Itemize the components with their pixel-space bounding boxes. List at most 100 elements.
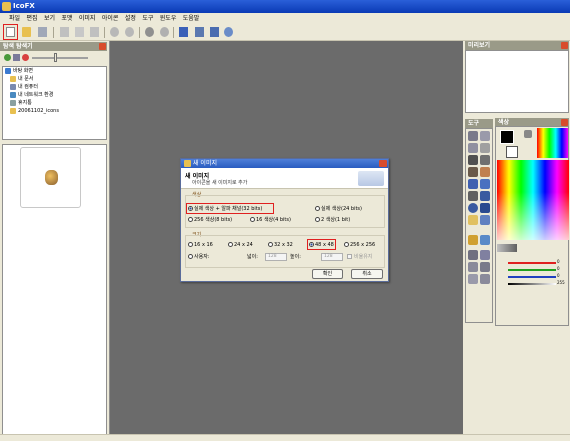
clone-tool-icon[interactable] <box>468 250 478 260</box>
color-option-8bit[interactable]: 256 색상(8 bits) <box>188 216 232 224</box>
create-mac-icon-button[interactable] <box>193 25 206 39</box>
radio-button[interactable] <box>344 242 349 247</box>
color-option-4bit[interactable]: 16 색상(4 bits) <box>250 216 291 224</box>
explorer-toolbar <box>2 53 106 63</box>
text-tool-icon[interactable] <box>468 155 478 165</box>
rectangle-tool-icon[interactable] <box>480 191 490 201</box>
selection-tool-icon[interactable] <box>480 131 490 141</box>
create-windows-icon-button[interactable] <box>177 25 190 39</box>
width-field[interactable]: 128 <box>265 253 287 261</box>
blur-tool-icon[interactable] <box>480 215 490 225</box>
smudge-tool-icon[interactable] <box>480 250 490 260</box>
close-icon[interactable] <box>561 119 568 126</box>
tree-item-desktop[interactable]: 바탕 화면 <box>5 67 33 75</box>
option-label: 2 색상(1 bit) <box>321 217 351 223</box>
radio-button[interactable] <box>188 242 193 247</box>
paste-button[interactable] <box>88 25 101 39</box>
color-picker-tool-icon[interactable] <box>468 235 478 245</box>
menu-window[interactable]: 윈도우 <box>160 15 177 22</box>
option-label: 256 x 256 <box>350 242 376 248</box>
refresh-icon[interactable] <box>4 54 11 61</box>
red-slider[interactable] <box>508 262 556 264</box>
save-button[interactable] <box>36 25 49 39</box>
tree-item-network[interactable]: 내 네트워크 환경 <box>10 91 53 99</box>
alpha-slider[interactable] <box>508 283 556 285</box>
apple-button[interactable] <box>158 25 171 39</box>
size-option-24[interactable]: 24 x 24 <box>228 241 253 249</box>
size-option-custom[interactable]: 사용자: <box>188 253 210 261</box>
favorite-icon[interactable] <box>22 54 29 61</box>
hand-tool-icon[interactable] <box>480 274 490 284</box>
extract-button[interactable] <box>208 25 221 39</box>
copy-button[interactable] <box>73 25 86 39</box>
move-tool-icon[interactable] <box>468 274 478 284</box>
size-option-256[interactable]: 256 x 256 <box>344 241 375 249</box>
menu-tools[interactable]: 도구 <box>142 15 153 22</box>
close-icon[interactable] <box>99 43 106 50</box>
ok-button[interactable]: 확인 <box>312 269 343 279</box>
radio-button[interactable] <box>250 217 255 222</box>
keep-proportion-checkbox[interactable]: 비율유지 <box>347 253 372 261</box>
radio-button[interactable] <box>188 217 193 222</box>
close-icon[interactable] <box>561 42 568 49</box>
test-icon-button[interactable] <box>143 25 156 39</box>
tree-item-computer[interactable]: 내 컴퓨터 <box>10 83 38 91</box>
menu-help[interactable]: 도움말 <box>183 15 200 22</box>
pointer-tool-icon[interactable] <box>468 131 478 141</box>
height-field[interactable]: 128 <box>321 253 343 261</box>
color-palette-grid[interactable] <box>537 128 568 158</box>
magic-wand-tool-icon[interactable] <box>480 143 490 153</box>
cancel-button[interactable]: 취소 <box>351 269 383 279</box>
menu-icon[interactable]: 아이콘 <box>102 15 119 22</box>
radio-button[interactable] <box>228 242 233 247</box>
eraser-tool-icon[interactable] <box>468 215 478 225</box>
spray-tool-icon[interactable] <box>480 167 490 177</box>
thumbnail-size-slider[interactable] <box>32 57 88 59</box>
zoom-button[interactable] <box>222 25 235 39</box>
undo-button[interactable] <box>108 25 121 39</box>
menu-edit[interactable]: 편집 <box>26 15 37 22</box>
color-mode-icons[interactable] <box>497 244 517 252</box>
menu-view[interactable]: 보기 <box>44 15 55 22</box>
close-icon[interactable] <box>379 160 387 167</box>
primary-color-swatch[interactable] <box>500 130 514 144</box>
view-icon[interactable] <box>13 54 20 61</box>
open-button[interactable] <box>20 25 33 39</box>
brush-tool-icon[interactable] <box>468 167 478 177</box>
radio-button[interactable] <box>268 242 273 247</box>
slider-handle[interactable] <box>54 53 57 62</box>
tree-item-recycle-bin[interactable]: 휴지통 <box>10 99 32 107</box>
gradient-tool-icon[interactable] <box>480 179 490 189</box>
checkbox-icon[interactable] <box>347 254 352 259</box>
dodge-tool-icon[interactable] <box>468 262 478 272</box>
secondary-color-swatch[interactable] <box>506 146 518 158</box>
radio-button[interactable] <box>188 254 193 259</box>
rounded-rect-tool-icon[interactable] <box>480 203 490 213</box>
redo-icon <box>125 27 134 37</box>
radio-button[interactable] <box>315 217 320 222</box>
menu-file[interactable]: 파일 <box>9 15 20 22</box>
cut-button[interactable] <box>58 25 71 39</box>
color-option-24bit[interactable]: 실제 색상(24 bits) <box>315 205 362 213</box>
lasso-tool-icon[interactable] <box>468 143 478 153</box>
fill-tool-icon[interactable] <box>468 179 478 189</box>
menu-format[interactable]: 포맷 <box>61 15 72 22</box>
blue-slider[interactable] <box>508 276 556 278</box>
tree-item-folder[interactable]: 20061102_icons <box>10 107 59 115</box>
drop-tool-icon[interactable] <box>480 235 490 245</box>
file-thumbnail[interactable] <box>20 147 81 208</box>
tree-item-documents[interactable]: 내 문서 <box>10 75 33 83</box>
pen-tool-icon[interactable] <box>480 155 490 165</box>
radio-button[interactable] <box>315 206 320 211</box>
redo-button[interactable] <box>123 25 136 39</box>
menu-settings[interactable]: 설정 <box>125 15 136 22</box>
swap-colors-icon[interactable] <box>524 130 532 138</box>
green-slider[interactable] <box>508 269 556 271</box>
color-option-1bit[interactable]: 2 색상(1 bit) <box>315 216 350 224</box>
size-option-32[interactable]: 32 x 32 <box>268 241 293 249</box>
size-option-16[interactable]: 16 x 16 <box>188 241 213 249</box>
menu-image[interactable]: 이미지 <box>79 15 96 22</box>
burn-tool-icon[interactable] <box>480 262 490 272</box>
ellipse-tool-icon[interactable] <box>468 203 478 213</box>
line-tool-icon[interactable] <box>468 191 478 201</box>
